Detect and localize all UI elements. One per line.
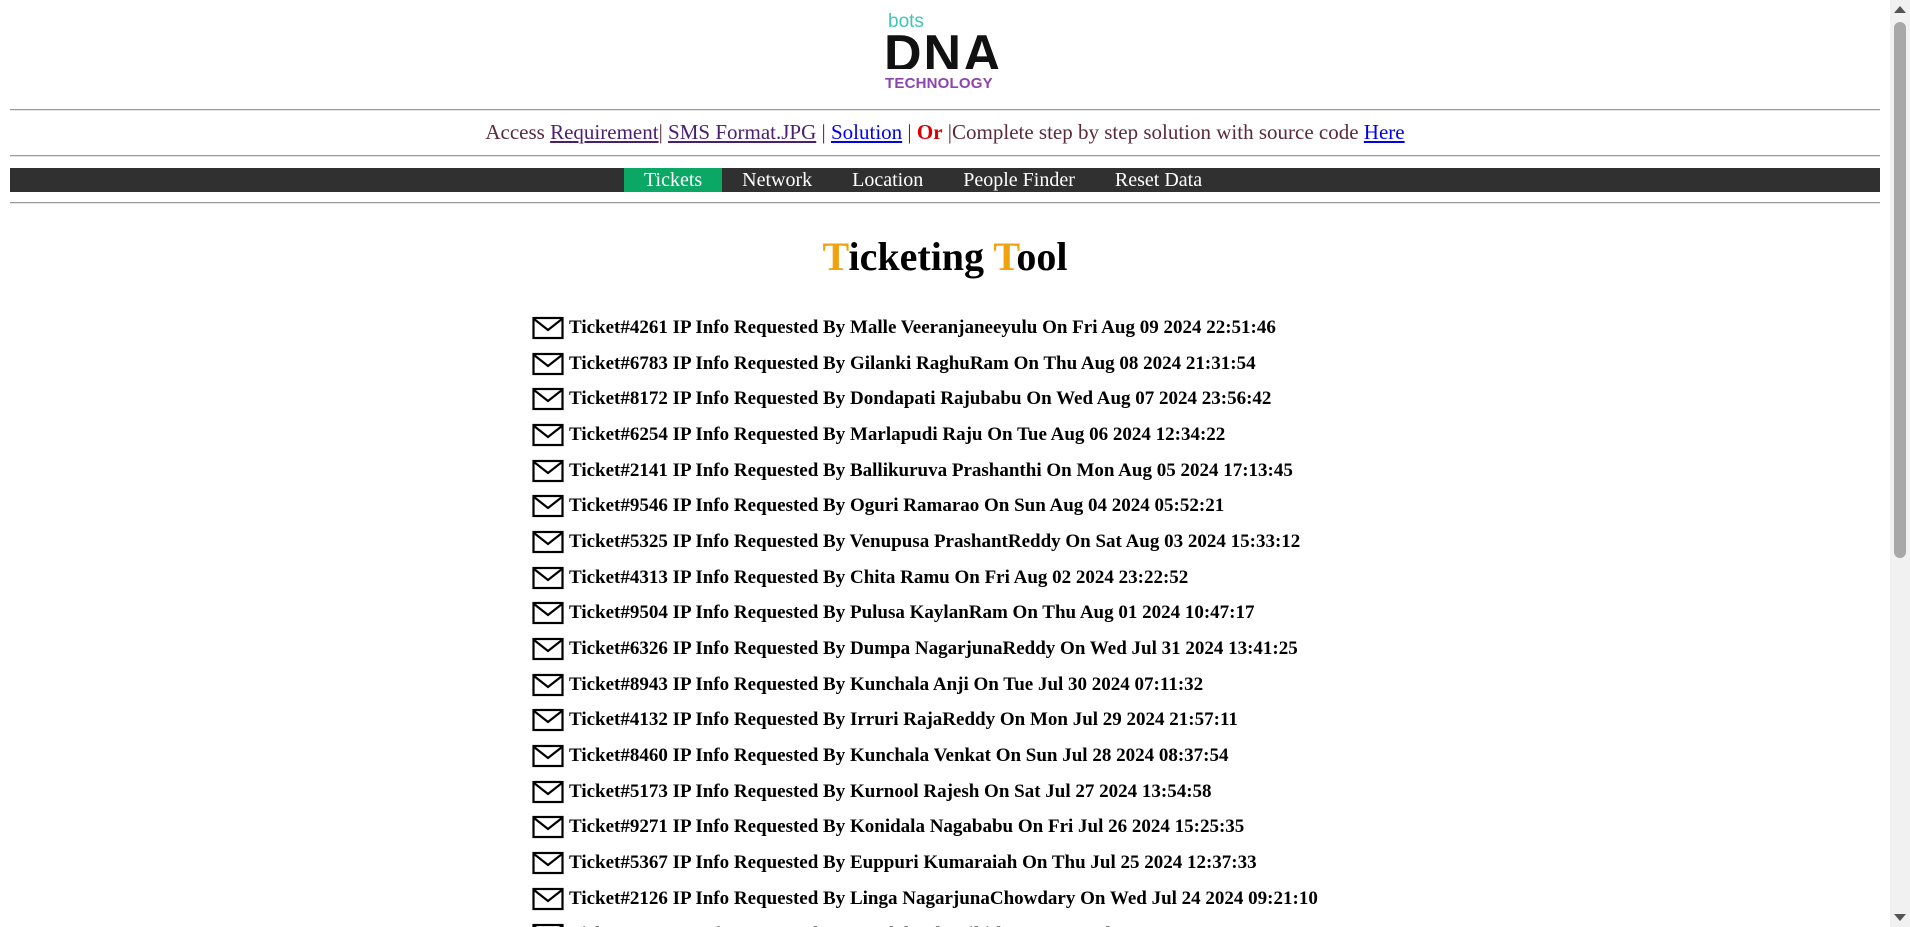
envelope-icon bbox=[532, 459, 564, 483]
access-label: Access bbox=[485, 120, 551, 144]
title-word-rest: icketing bbox=[848, 234, 994, 279]
ticket-text: Ticket#6326 IP Info Requested By Dumpa N… bbox=[569, 638, 1298, 660]
ticket-row[interactable]: Ticket#6326 IP Info Requested By Dumpa N… bbox=[532, 631, 1318, 667]
envelope-icon bbox=[532, 673, 564, 697]
separator: | bbox=[942, 120, 953, 144]
ticket-text: Ticket#2141 IP Info Requested By Balliku… bbox=[569, 459, 1293, 481]
scroll-down-arrow-icon[interactable] bbox=[1894, 914, 1906, 921]
logo-dna-text: DNA bbox=[884, 25, 1003, 69]
envelope-icon bbox=[532, 887, 564, 911]
top-divider bbox=[10, 109, 1880, 111]
ticket-text: Ticket#2126 IP Info Requested By Linga N… bbox=[569, 887, 1318, 909]
ticket-row[interactable]: Ticket#9504 IP Info Requested By Pulusa … bbox=[532, 596, 1318, 632]
ticket-list: Ticket#4261 IP Info Requested By Malle V… bbox=[532, 310, 1318, 927]
or-label: Or bbox=[916, 120, 943, 144]
envelope-icon bbox=[532, 780, 564, 804]
envelope-icon bbox=[532, 744, 564, 768]
separator: | bbox=[816, 120, 831, 144]
envelope-icon bbox=[532, 815, 564, 839]
ticket-text: Ticket#8460 IP Info Requested By Kunchal… bbox=[569, 745, 1229, 767]
envelope-icon bbox=[532, 423, 564, 447]
vertical-scrollbar[interactable] bbox=[1890, 0, 1910, 927]
separator: | bbox=[902, 120, 917, 144]
ticket-text: Ticket#4313 IP Info Requested By Chita R… bbox=[569, 566, 1189, 588]
envelope-icon bbox=[532, 851, 564, 875]
ticket-row[interactable]: Ticket#5325 IP Info Requested By Venupus… bbox=[532, 524, 1318, 560]
ticket-row[interactable]: Ticket#9393 IP Info Requested By Dondaku… bbox=[532, 917, 1318, 927]
ticket-text: Ticket#5325 IP Info Requested By Venupus… bbox=[569, 530, 1301, 552]
nav-items: Tickets Network Location People Finder R… bbox=[624, 168, 1222, 192]
ticket-text: Ticket#8172 IP Info Requested By Dondapa… bbox=[569, 388, 1272, 410]
ticket-row[interactable]: Ticket#6783 IP Info Requested By Gilanki… bbox=[532, 346, 1318, 382]
ticket-row[interactable]: Ticket#9546 IP Info Requested By Oguri R… bbox=[532, 488, 1318, 524]
ticket-text: Ticket#5173 IP Info Requested By Kurnool… bbox=[569, 780, 1212, 802]
envelope-icon bbox=[532, 708, 564, 732]
ticket-text: Ticket#5367 IP Info Requested By Euppuri… bbox=[569, 852, 1257, 874]
ticket-row[interactable]: Ticket#8943 IP Info Requested By Kunchal… bbox=[532, 667, 1318, 703]
envelope-icon bbox=[532, 530, 564, 554]
ticket-row[interactable]: Ticket#4132 IP Info Requested By Irruri … bbox=[532, 703, 1318, 739]
ticket-text: Ticket#9393 IP Info Requested By Dondaku… bbox=[569, 924, 1252, 927]
access-links-bar: Access Requirement| SMS Format.JPG | Sol… bbox=[0, 120, 1890, 145]
separator: | bbox=[658, 120, 669, 144]
envelope-icon bbox=[532, 352, 564, 376]
ticket-text: Ticket#4132 IP Info Requested By Irruri … bbox=[569, 709, 1238, 731]
ticket-text: Ticket#4261 IP Info Requested By Malle V… bbox=[569, 316, 1276, 338]
envelope-icon bbox=[532, 316, 564, 340]
page: bots DNA TECHNOLOGY Access Requirement| … bbox=[0, 0, 1890, 927]
nav-item-location[interactable]: Location bbox=[832, 168, 943, 192]
envelope-icon bbox=[532, 387, 564, 411]
title-initial-t: T bbox=[822, 234, 849, 279]
nav-item-network[interactable]: Network bbox=[722, 168, 832, 192]
ticket-row[interactable]: Ticket#8460 IP Info Requested By Kunchal… bbox=[532, 738, 1318, 774]
envelope-icon bbox=[532, 566, 564, 590]
solution-link[interactable]: Solution bbox=[831, 120, 902, 144]
logo-technology-text: TECHNOLOGY bbox=[885, 75, 993, 92]
page-title: Ticketing Tool bbox=[0, 233, 1890, 280]
ticket-text: Ticket#6254 IP Info Requested By Marlapu… bbox=[569, 423, 1226, 445]
ticket-text: Ticket#9546 IP Info Requested By Oguri R… bbox=[569, 495, 1225, 517]
envelope-icon bbox=[532, 601, 564, 625]
title-word-rest: ool bbox=[1016, 234, 1068, 279]
scroll-up-arrow-icon[interactable] bbox=[1894, 6, 1906, 13]
envelope-icon bbox=[532, 923, 564, 927]
nav-item-people-finder[interactable]: People Finder bbox=[943, 168, 1095, 192]
title-initial-t: T bbox=[993, 234, 1017, 279]
here-link[interactable]: Here bbox=[1364, 120, 1405, 144]
ticket-row[interactable]: Ticket#6254 IP Info Requested By Marlapu… bbox=[532, 417, 1318, 453]
ticket-text: Ticket#8943 IP Info Requested By Kunchal… bbox=[569, 673, 1204, 695]
ticket-text: Ticket#9504 IP Info Requested By Pulusa … bbox=[569, 602, 1255, 624]
ticket-row[interactable]: Ticket#8172 IP Info Requested By Dondapa… bbox=[532, 381, 1318, 417]
bots-dna-logo: bots DNA TECHNOLOGY bbox=[884, 11, 1006, 92]
ticket-text: Ticket#6783 IP Info Requested By Gilanki… bbox=[569, 352, 1256, 374]
ticket-row[interactable]: Ticket#4313 IP Info Requested By Chita R… bbox=[532, 560, 1318, 596]
ticket-row[interactable]: Ticket#5367 IP Info Requested By Euppuri… bbox=[532, 845, 1318, 881]
ticket-row[interactable]: Ticket#4261 IP Info Requested By Malle V… bbox=[532, 310, 1318, 346]
nav-item-reset-data[interactable]: Reset Data bbox=[1095, 168, 1222, 192]
ticket-text: Ticket#9271 IP Info Requested By Konidal… bbox=[569, 816, 1245, 838]
source-code-text: Complete step by step solution with sour… bbox=[952, 120, 1364, 144]
nav-item-tickets[interactable]: Tickets bbox=[624, 168, 723, 192]
envelope-icon bbox=[532, 637, 564, 661]
access-divider bbox=[10, 155, 1880, 157]
main-nav-bar: Tickets Network Location People Finder R… bbox=[10, 168, 1880, 192]
sms-format-link[interactable]: SMS Format.JPG bbox=[668, 120, 816, 144]
ticket-row[interactable]: Ticket#2141 IP Info Requested By Balliku… bbox=[532, 453, 1318, 489]
envelope-icon bbox=[532, 494, 564, 518]
scrollbar-thumb[interactable] bbox=[1894, 22, 1906, 558]
ticket-row[interactable]: Ticket#5173 IP Info Requested By Kurnool… bbox=[532, 774, 1318, 810]
requirement-link[interactable]: Requirement bbox=[550, 120, 658, 144]
ticket-row[interactable]: Ticket#9271 IP Info Requested By Konidal… bbox=[532, 810, 1318, 846]
ticket-row[interactable]: Ticket#2126 IP Info Requested By Linga N… bbox=[532, 881, 1318, 917]
nav-divider bbox=[10, 202, 1880, 204]
